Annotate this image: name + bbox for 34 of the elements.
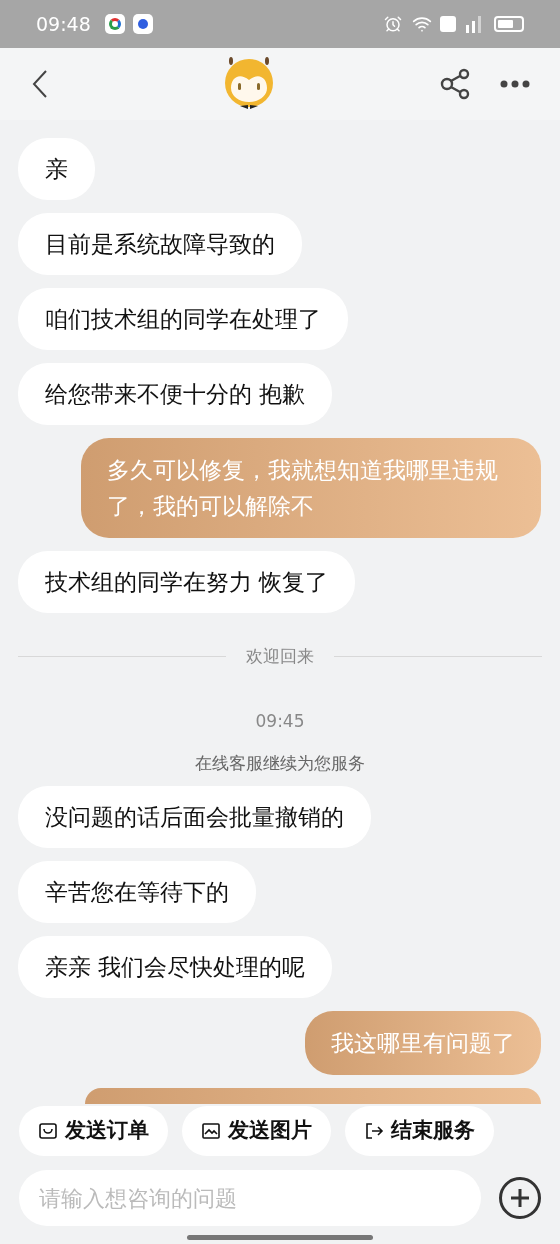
- wifi-icon: [412, 14, 432, 34]
- divider-label: 欢迎回来: [245, 645, 315, 668]
- share-icon: [440, 68, 470, 100]
- app-icon: [104, 14, 125, 34]
- agent-message-bubble: 没问题的话后面会批量撤销的: [18, 785, 371, 848]
- more-button[interactable]: [500, 80, 530, 88]
- bag-icon: [38, 1121, 58, 1141]
- agent-message-bubble: 亲亲 我们会尽快处理的呢: [18, 935, 333, 998]
- system-notice: 在线客服继续为您服务: [195, 752, 365, 775]
- exit-icon: [364, 1121, 384, 1141]
- quick-action-button[interactable]: 结束服务: [345, 1106, 494, 1156]
- plus-icon: [509, 1187, 531, 1209]
- agent-message-bubble: 辛苦您在等待下的: [18, 860, 256, 923]
- battery-icon: [494, 16, 524, 32]
- user-message-bubble: 多久可以修复，我就想知道我哪里违规了，我的可以解除不: [81, 438, 541, 538]
- more-icon: [500, 80, 530, 88]
- message-input[interactable]: 请输入想咨询的问题: [19, 1170, 481, 1226]
- mascot-logo-icon: [223, 56, 275, 112]
- image-icon: [201, 1121, 221, 1141]
- status-time: 09:48: [36, 11, 91, 37]
- add-button[interactable]: [499, 1177, 541, 1219]
- alarm-icon: [384, 15, 402, 33]
- agent-message-bubble: 亲: [18, 138, 95, 200]
- signal-icon: [464, 15, 484, 33]
- agent-message-bubble: 咱们技术组的同学在处理了: [18, 288, 348, 350]
- quick-action-button[interactable]: 发送订单: [19, 1106, 168, 1156]
- quick-action-button[interactable]: 发送图片: [182, 1106, 331, 1156]
- chevron-left-icon: [30, 68, 50, 100]
- agent-message-bubble: 技术组的同学在努力 恢复了: [18, 551, 356, 613]
- share-button[interactable]: [440, 68, 470, 100]
- agent-message-bubble: 给您带来不便十分的 抱歉: [18, 363, 333, 425]
- agent-message-bubble: 目前是系统故障导致的: [18, 213, 302, 275]
- user-message-bubble: 我这哪里有问题了: [305, 1010, 541, 1075]
- timestamp: 09:45: [255, 709, 305, 733]
